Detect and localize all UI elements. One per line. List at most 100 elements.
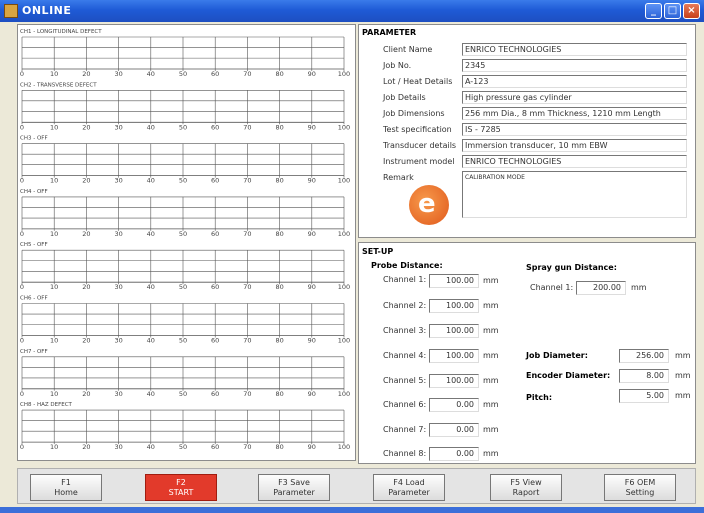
tick-label: 70 <box>243 337 251 345</box>
tick-label: 10 <box>50 443 58 451</box>
encoder-diameter-input[interactable]: 8.00 <box>619 369 669 383</box>
tick-label: 50 <box>179 230 187 238</box>
close-button[interactable]: × <box>683 3 700 19</box>
oem-setting-button[interactable]: F6 OEM Setting <box>604 474 676 501</box>
tick-label: 80 <box>275 390 283 398</box>
view-report-label: Raport <box>512 487 540 497</box>
tick-label: 40 <box>147 230 155 238</box>
probe-channel-2-input[interactable]: 100.00 <box>429 299 479 313</box>
maximize-button[interactable]: □ <box>664 3 681 19</box>
tick-label: 60 <box>211 123 219 131</box>
save-parameter-label: Parameter <box>273 487 315 497</box>
load-parameter-button[interactable]: F4 Load Parameter <box>373 474 445 501</box>
probe-channel-1-label: Channel 1: <box>383 275 427 284</box>
tick-label: 0 <box>20 177 24 185</box>
tick-label: 70 <box>243 230 251 238</box>
job-diameter-label: Job Diameter: <box>526 351 588 360</box>
client-name-label: Client Name <box>383 45 433 54</box>
tick-label: 50 <box>179 177 187 185</box>
tick-label: 20 <box>82 390 90 398</box>
tick-label: 60 <box>211 177 219 185</box>
tick-label: 60 <box>211 337 219 345</box>
pitch-input[interactable]: 5.00 <box>619 389 669 403</box>
unit-label: mm <box>675 351 691 360</box>
channel-label: CH5 - OFF <box>20 242 48 248</box>
tick-label: 40 <box>147 177 155 185</box>
parameter-title: PARAMETER <box>362 28 417 37</box>
channel-label: CH6 - OFF <box>20 296 48 302</box>
spray-channel-1-input[interactable]: 200.00 <box>576 281 626 295</box>
tick-label: 80 <box>275 177 283 185</box>
probe-channel-6-input[interactable]: 0.00 <box>429 398 479 412</box>
channel-label: CH8 - HAZ DEFECT <box>20 402 73 408</box>
probe-channel-8-label: Channel 8: <box>383 449 427 458</box>
unit-label: mm <box>631 283 647 292</box>
tick-label: 90 <box>308 337 316 345</box>
tick-label: 0 <box>20 230 24 238</box>
tick-label: 100 <box>338 443 350 451</box>
load-parameter-label: Parameter <box>388 487 430 497</box>
tick-label: 90 <box>308 390 316 398</box>
tick-label: 10 <box>50 70 58 78</box>
job-details-field[interactable]: High pressure gas cylinder <box>462 91 687 104</box>
tick-label: 30 <box>114 177 122 185</box>
start-button[interactable]: F2 START <box>145 474 217 501</box>
minimize-button[interactable]: _ <box>645 3 662 19</box>
window-title: ONLINE <box>22 4 72 17</box>
tick-label: 70 <box>243 443 251 451</box>
taskbar-strip <box>0 507 704 513</box>
tick-label: 70 <box>243 123 251 131</box>
instrument-model-field[interactable]: ENRICO TECHNOLOGIES <box>462 155 687 168</box>
tick-label: 20 <box>82 177 90 185</box>
tick-label: 100 <box>338 390 350 398</box>
encoder-diameter-label: Encoder Diameter: <box>526 371 611 380</box>
probe-channel-8-input[interactable]: 0.00 <box>429 447 479 461</box>
tick-label: 90 <box>308 177 316 185</box>
unit-label: mm <box>483 326 499 335</box>
client-name-field[interactable]: ENRICO TECHNOLOGIES <box>462 43 687 56</box>
remark-field[interactable]: CALIBRATION MODE <box>462 171 687 218</box>
tick-label: 60 <box>211 230 219 238</box>
tick-label: 80 <box>275 230 283 238</box>
unit-label: mm <box>675 371 691 380</box>
probe-channel-5-input[interactable]: 100.00 <box>429 374 479 388</box>
function-key-bar: F1 Home F2 START F3 Save Parameter F4 Lo… <box>17 468 696 504</box>
view-report-button[interactable]: F5 View Raport <box>490 474 562 501</box>
logo-letter: e <box>418 189 436 219</box>
job-no-field[interactable]: 2345 <box>462 59 687 72</box>
oem-setting-label: Setting <box>625 487 655 497</box>
probe-channel-3-input[interactable]: 100.00 <box>429 324 479 338</box>
tick-label: 100 <box>338 337 350 345</box>
unit-label: mm <box>483 425 499 434</box>
lot-heat-field[interactable]: A-123 <box>462 75 687 88</box>
setup-panel: SET-UP Probe Distance: Spray gun Distanc… <box>358 242 696 464</box>
test-spec-field[interactable]: IS - 7285 <box>462 123 687 136</box>
tick-label: 70 <box>243 283 251 291</box>
tick-label: 70 <box>243 177 251 185</box>
probe-channel-4-input[interactable]: 100.00 <box>429 349 479 363</box>
save-parameter-button[interactable]: F3 Save Parameter <box>258 474 330 501</box>
tick-label: 20 <box>82 337 90 345</box>
probe-channel-1-input[interactable]: 100.00 <box>429 274 479 288</box>
job-dimensions-field[interactable]: 256 mm Dia., 8 mm Thickness, 1210 mm Len… <box>462 107 687 120</box>
tick-label: 40 <box>147 123 155 131</box>
tick-label: 100 <box>338 177 350 185</box>
job-no-label: Job No. <box>383 61 412 70</box>
probe-channel-2-label: Channel 2: <box>383 301 427 310</box>
tick-label: 50 <box>179 123 187 131</box>
probe-channel-7-input[interactable]: 0.00 <box>429 423 479 437</box>
spray-distance-title: Spray gun Distance: <box>526 263 617 272</box>
tick-label: 0 <box>20 337 24 345</box>
tick-label: 10 <box>50 283 58 291</box>
tick-label: 30 <box>114 337 122 345</box>
enrico-logo: e <box>409 185 449 225</box>
tick-label: 0 <box>20 70 24 78</box>
home-button[interactable]: F1 Home <box>30 474 102 501</box>
transducer-field[interactable]: Immersion transducer, 10 mm EBW <box>462 139 687 152</box>
tick-label: 70 <box>243 70 251 78</box>
setup-title: SET-UP <box>362 247 394 256</box>
job-diameter-input[interactable]: 256.00 <box>619 349 669 363</box>
tick-label: 20 <box>82 230 90 238</box>
channel-charts: CH1 - LONGITUDINAL DEFECT 0 10 20 30 40 50 60 70… <box>20 29 350 451</box>
tick-label: 30 <box>114 70 122 78</box>
